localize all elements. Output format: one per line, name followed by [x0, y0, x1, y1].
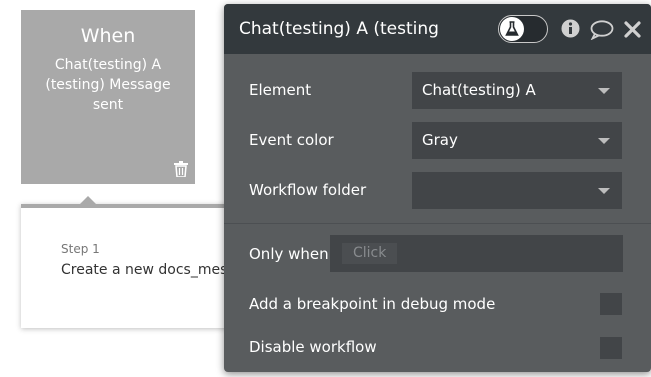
step-card[interactable]: Step 1 Create a new docs_mes: [21, 196, 236, 328]
element-value: Chat(testing) A: [422, 81, 536, 99]
info-icon[interactable]: [561, 19, 580, 42]
panel-header: Chat(testing) A (testing) I: [224, 4, 651, 54]
close-icon[interactable]: [624, 21, 641, 42]
breakpoint-checkbox[interactable]: [600, 293, 622, 315]
workflow-folder-dropdown[interactable]: [412, 172, 622, 209]
element-label: Element: [249, 81, 312, 99]
disable-workflow-checkbox[interactable]: [600, 337, 622, 359]
section-divider: [224, 223, 651, 224]
caret-down-icon: [598, 88, 610, 94]
breakpoint-label: Add a breakpoint in debug mode: [249, 295, 496, 313]
only-when-label: Only when: [249, 245, 329, 263]
event-card[interactable]: When Chat(testing) A (testing) Message s…: [21, 10, 195, 184]
disable-workflow-label: Disable workflow: [249, 338, 377, 356]
trash-icon[interactable]: [174, 161, 188, 178]
event-title: When: [80, 25, 136, 47]
event-color-value: Gray: [422, 131, 458, 149]
toggle-knob: [500, 17, 524, 41]
flask-icon: [505, 21, 519, 41]
comment-icon[interactable]: [590, 20, 614, 44]
event-description: Chat(testing) A (testing) Message sent: [45, 57, 171, 113]
only-when-condition-input[interactable]: Click: [330, 235, 623, 272]
event-color-dropdown[interactable]: Gray: [412, 122, 622, 159]
caret-down-icon: [598, 188, 610, 194]
property-editor-panel: Chat(testing) A (testing) I Element Chat…: [224, 4, 651, 372]
debug-toggle[interactable]: [498, 15, 548, 43]
panel-title: Chat(testing) A (testing) I: [239, 19, 439, 39]
workflow-folder-label: Workflow folder: [249, 181, 367, 199]
step-action: Create a new docs_mes: [61, 262, 228, 278]
caret-down-icon: [598, 138, 610, 144]
step-label: Step 1: [61, 242, 100, 256]
element-dropdown[interactable]: Chat(testing) A: [412, 72, 622, 109]
only-when-placeholder: Click: [342, 243, 398, 264]
event-color-label: Event color: [249, 131, 334, 149]
